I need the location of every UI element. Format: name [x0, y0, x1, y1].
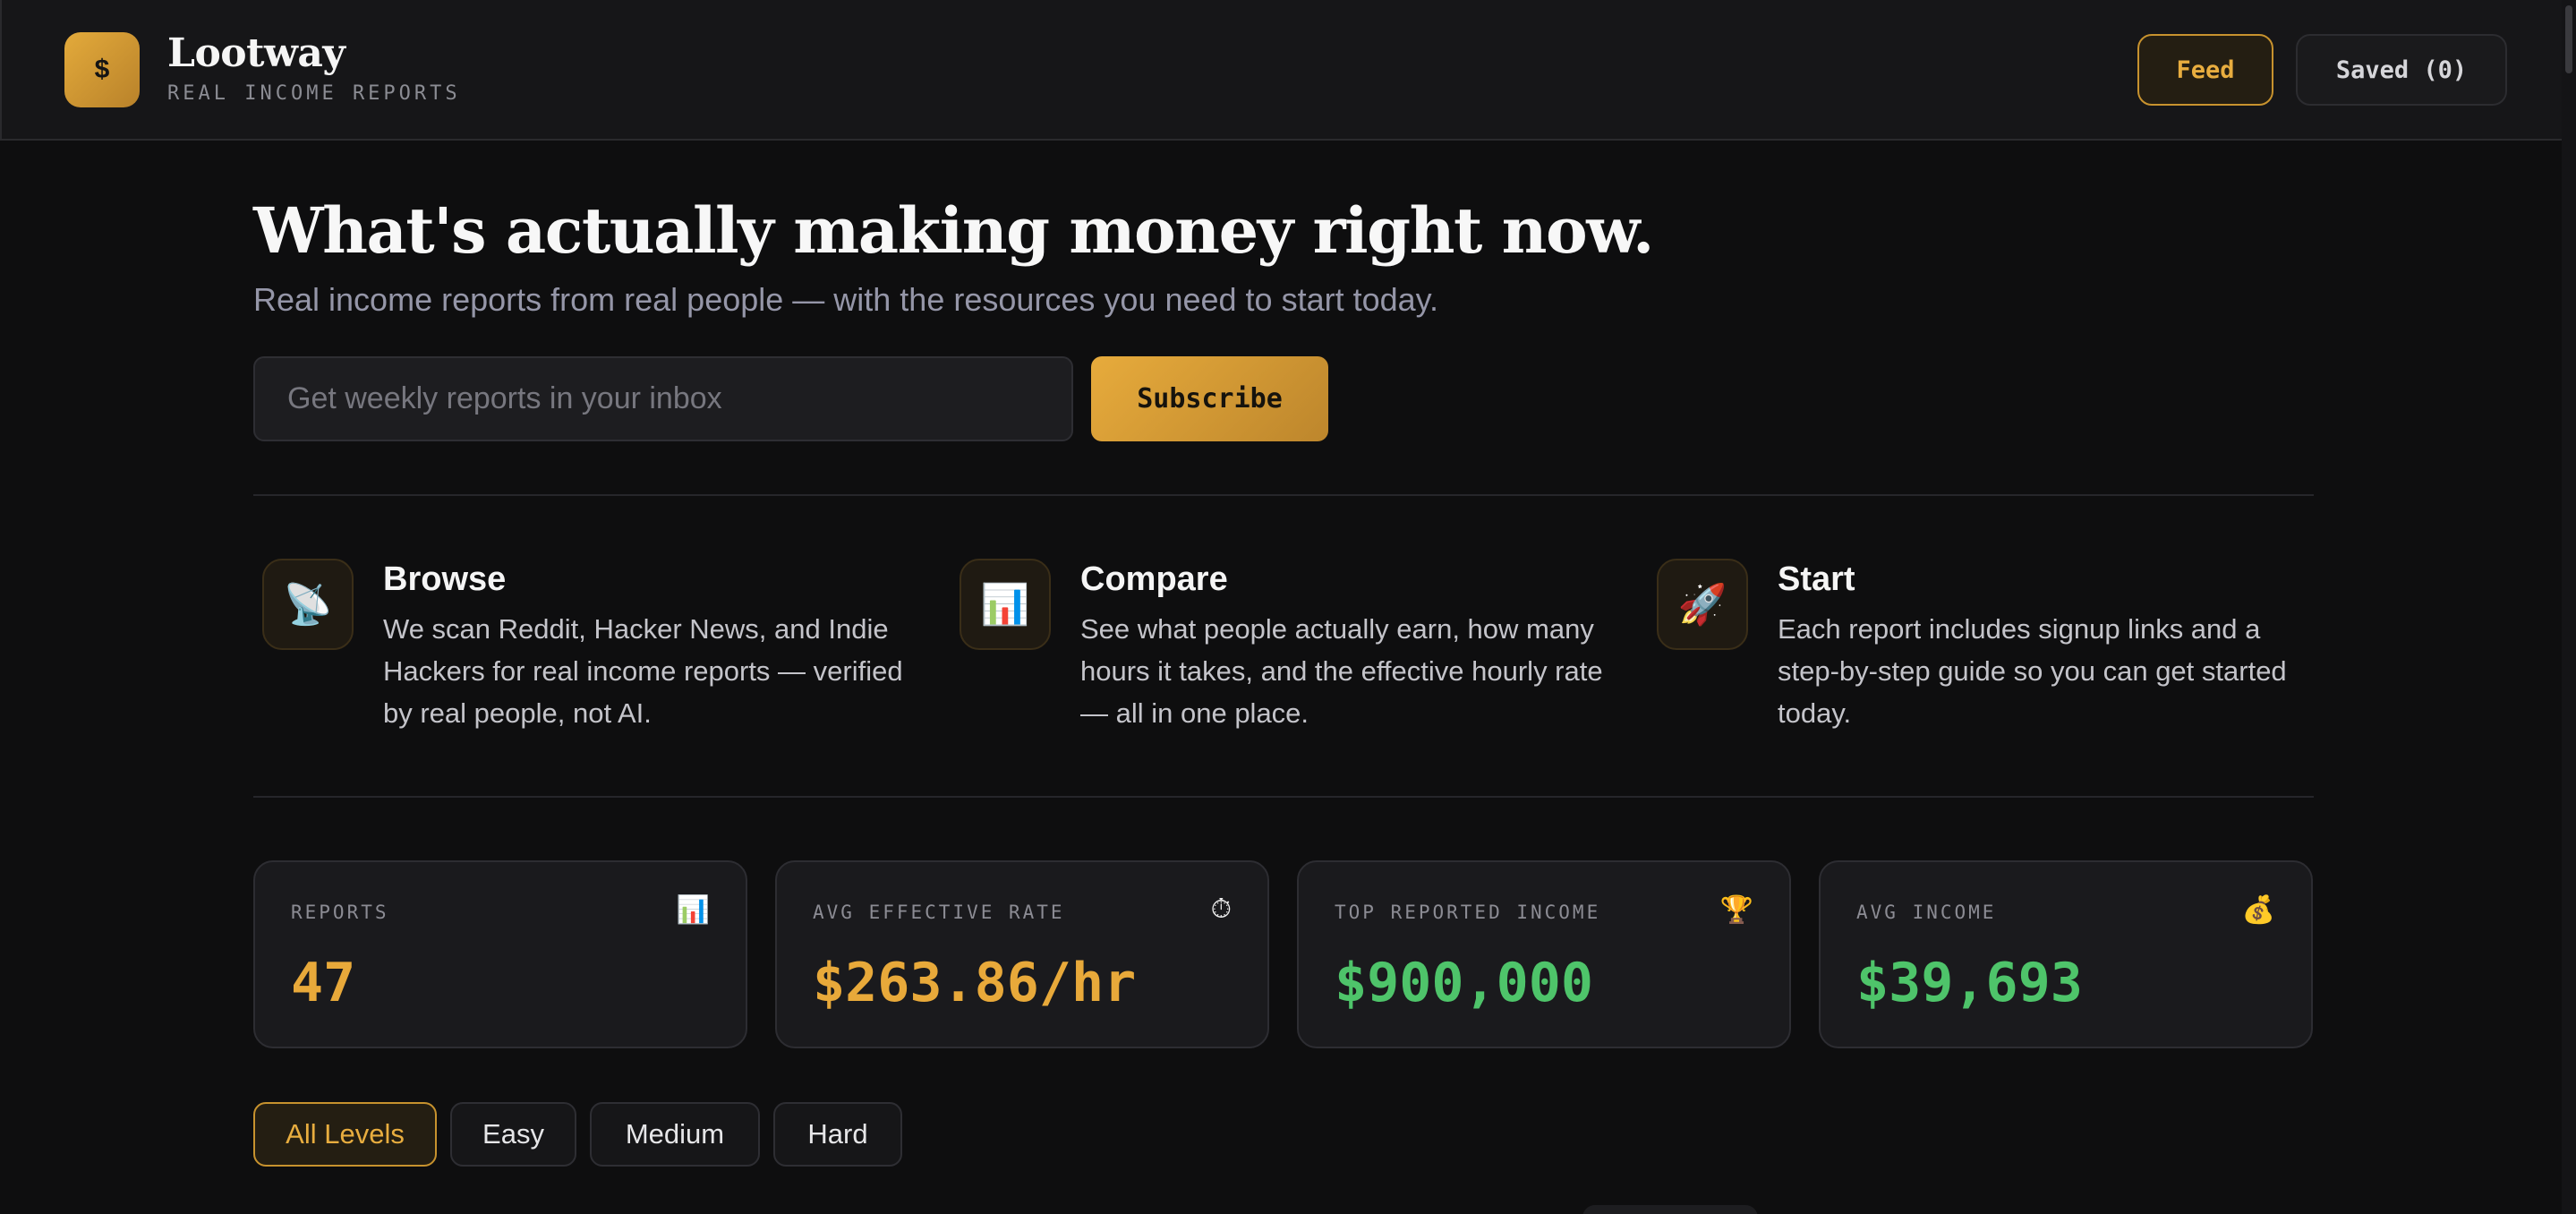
stat-label: AVG INCOME — [1856, 902, 1997, 923]
stat-card-avg-income: AVG INCOME 💰 $39,693 — [1819, 860, 2313, 1048]
satellite-dish-icon: 📡 — [262, 559, 354, 650]
page-subtitle: Real income reports from real people — w… — [253, 281, 1438, 318]
feature-text-compare: See what people actually earn, how many … — [1080, 613, 1603, 729]
feature-title-browse: Browse — [383, 560, 507, 598]
filter-easy[interactable]: Easy — [450, 1102, 576, 1167]
feature-text-start: Each report includes signup links and a … — [1778, 613, 2287, 729]
feed-button[interactable]: Feed — [2137, 34, 2273, 106]
logo-icon[interactable]: $ — [64, 32, 140, 107]
money-bag-icon: 💰 — [2241, 895, 2275, 925]
stat-value: $39,693 — [1856, 952, 2083, 1014]
brand-name[interactable]: Lootway — [167, 30, 345, 76]
bar-chart-icon: 📊 — [960, 559, 1051, 650]
stat-card-reports: REPORTS 📊 47 — [253, 860, 747, 1048]
stat-card-avg-rate: AVG EFFECTIVE RATE ⏱ $263.86/hr — [775, 860, 1269, 1048]
stat-value: $900,000 — [1335, 952, 1593, 1014]
feature-title-start: Start — [1778, 560, 1855, 598]
stat-value: $263.86/hr — [813, 952, 1137, 1014]
saved-button[interactable]: Saved (0) — [2296, 34, 2507, 106]
email-field[interactable] — [253, 356, 1073, 441]
stopwatch-icon: ⏱ — [1210, 894, 1232, 924]
rocket-icon: 🚀 — [1657, 559, 1748, 650]
card-peek — [1582, 1205, 1758, 1214]
divider — [253, 796, 2314, 798]
app-header: $ Lootway REAL INCOME REPORTS Feed Saved… — [0, 0, 2576, 141]
filter-hard[interactable]: Hard — [773, 1102, 902, 1167]
brand-tagline: REAL INCOME REPORTS — [167, 82, 461, 105]
page-title: What's actually making money right now. — [253, 193, 1654, 268]
bar-chart-icon: 📊 — [676, 895, 710, 925]
subscribe-button[interactable]: Subscribe — [1091, 356, 1328, 441]
scrollbar-track[interactable] — [2562, 0, 2576, 1214]
stat-value: 47 — [291, 952, 356, 1014]
dollar-icon: $ — [94, 55, 110, 84]
feature-title-compare: Compare — [1080, 560, 1228, 598]
stat-label: AVG EFFECTIVE RATE — [813, 902, 1065, 923]
filter-all-levels[interactable]: All Levels — [253, 1102, 437, 1167]
stat-label: TOP REPORTED INCOME — [1335, 902, 1601, 923]
scrollbar-thumb[interactable] — [2565, 5, 2572, 73]
stat-card-top-income: TOP REPORTED INCOME 🏆 $900,000 — [1297, 860, 1791, 1048]
filter-medium[interactable]: Medium — [590, 1102, 760, 1167]
divider — [253, 494, 2314, 496]
trophy-icon: 🏆 — [1719, 895, 1753, 925]
stat-label: REPORTS — [291, 902, 389, 923]
feature-text-browse: We scan Reddit, Hacker News, and Indie H… — [383, 613, 903, 729]
